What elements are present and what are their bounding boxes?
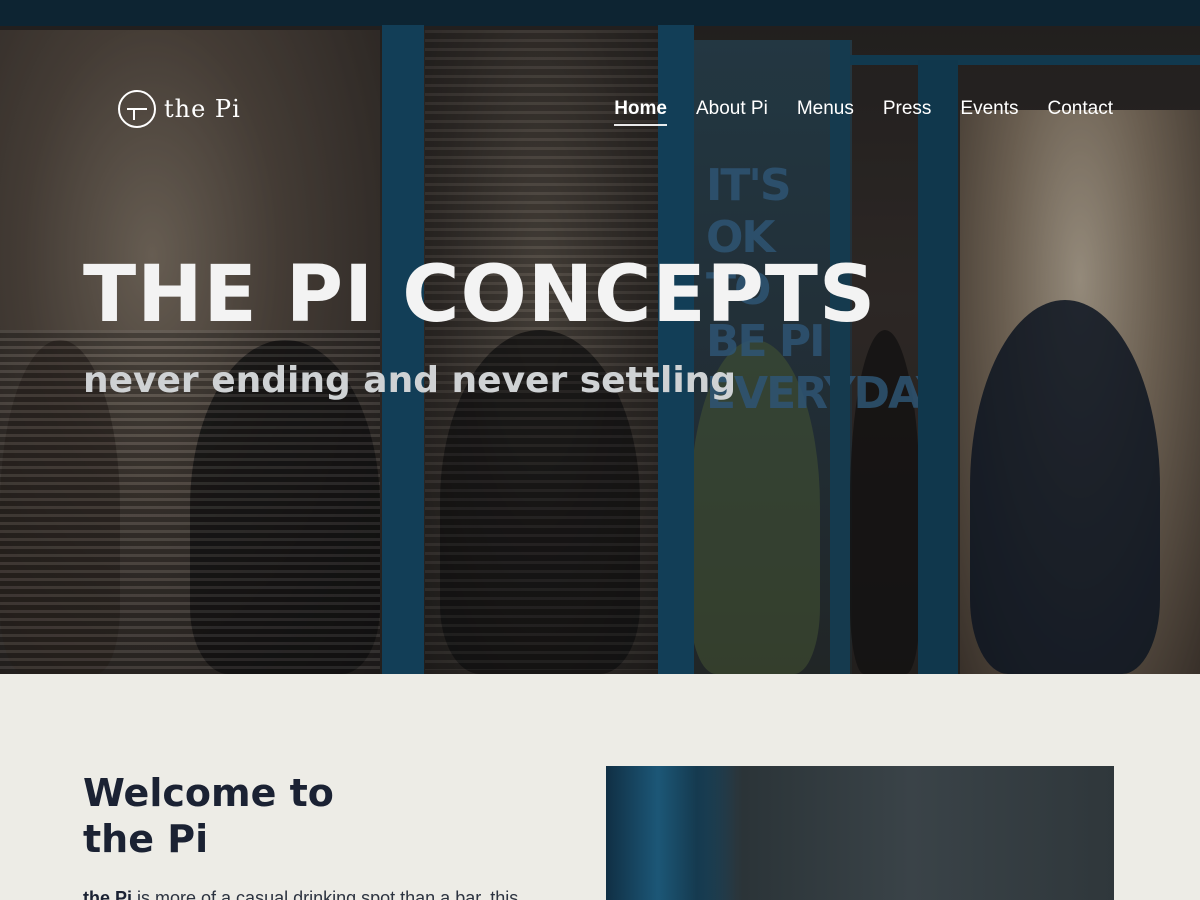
welcome-heading: Welcome to the Pi <box>83 770 334 862</box>
nav-menus[interactable]: Menus <box>797 98 854 126</box>
main-nav: Home About Pi Menus Press Events Contact <box>614 98 1113 126</box>
welcome-body-brand: the Pi <box>83 888 133 900</box>
nav-about-pi[interactable]: About Pi <box>696 98 768 126</box>
welcome-body-text: is more of a casual drinking spot than a… <box>132 888 519 900</box>
welcome-heading-line1: Welcome to <box>83 771 334 815</box>
nav-press[interactable]: Press <box>883 98 932 126</box>
nav-contact[interactable]: Contact <box>1048 98 1113 126</box>
hero-subtitle: never ending and never settling <box>83 360 737 401</box>
welcome-photo <box>606 766 1114 900</box>
pi-logo-icon <box>118 90 156 128</box>
nav-home[interactable]: Home <box>614 98 667 126</box>
welcome-heading-line2: the Pi <box>83 817 209 861</box>
welcome-body: the Pi is more of a casual drinking spot… <box>83 888 583 900</box>
hero-section: IT'S OK TO BE PI EVERYDAY the Pi Home Ab… <box>0 0 1200 674</box>
hero-title: THE PI CONCEPTS <box>83 250 877 340</box>
site-logo[interactable]: the Pi <box>118 90 241 128</box>
brand-name: the Pi <box>164 95 241 123</box>
nav-events[interactable]: Events <box>960 98 1018 126</box>
